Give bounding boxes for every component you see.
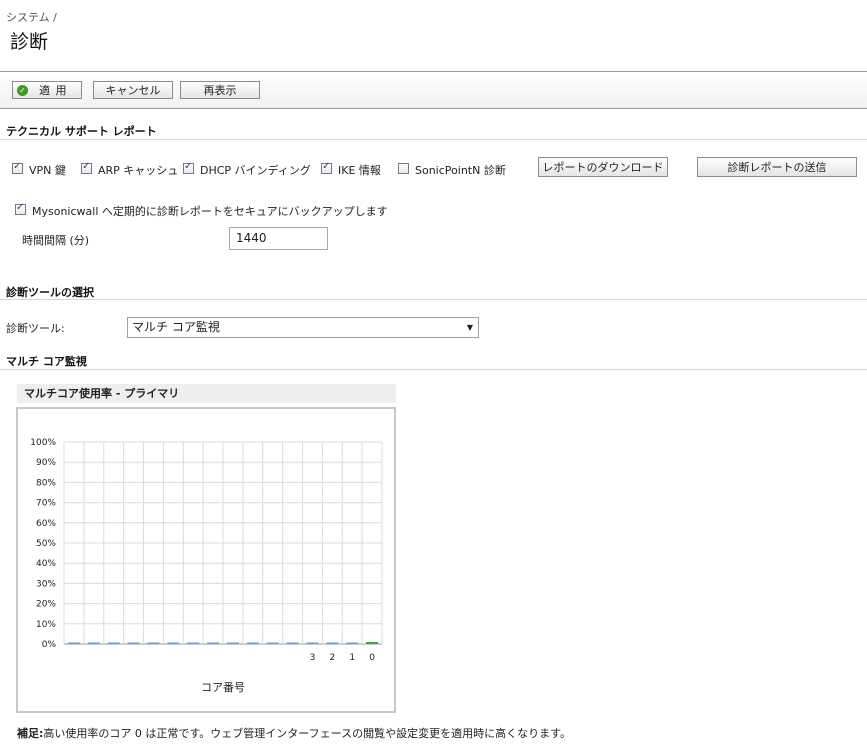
core-usage-bar — [127, 642, 140, 644]
ike-info-checkbox[interactable] — [321, 161, 332, 174]
multicore-section-title: マルチ コア監視 — [6, 355, 87, 368]
backup-label: Mysonicwall へ定期的に診断レポートをセキュアにバックアップします — [32, 205, 388, 218]
y-tick-label: 90% — [36, 458, 56, 468]
breadcrumb[interactable]: システム / — [6, 9, 57, 25]
core-usage-bar — [87, 642, 100, 644]
x-tick-label: 1 — [349, 653, 355, 663]
apply-button[interactable]: ✓ 適 用 — [12, 81, 82, 99]
x-tick-label: 0 — [369, 653, 375, 663]
y-tick-label: 40% — [36, 559, 56, 569]
diag-tool-label: 診断ツール: — [6, 322, 65, 335]
core-usage-bar — [346, 642, 359, 644]
section-divider — [0, 369, 867, 370]
download-report-button[interactable]: レポートのダウンロード — [538, 157, 668, 177]
cancel-button[interactable]: キャンセル — [93, 81, 173, 99]
interval-input[interactable]: 1440 — [229, 227, 328, 250]
dhcp-binding-label: DHCP バインディング — [200, 164, 311, 177]
x-tick-label: 2 — [329, 653, 335, 663]
toolbar: ✓ 適 用 キャンセル 再表示 — [0, 71, 867, 109]
core-usage-bar — [167, 642, 180, 644]
vpn-key-label: VPN 鍵 — [29, 164, 66, 177]
section-divider — [0, 299, 867, 300]
check-circle-icon: ✓ — [17, 85, 28, 96]
footer-note: 補足:高い使用率のコア 0 は正常です。ウェブ管理インターフェースの閲覧や設定変… — [17, 725, 571, 741]
core-usage-bar — [226, 642, 239, 644]
core-usage-bar — [67, 642, 80, 644]
arp-cache-checkbox[interactable] — [81, 161, 92, 174]
page-title: 診断 — [10, 31, 49, 53]
refresh-button[interactable]: 再表示 — [180, 81, 260, 99]
sonicpointn-diag-label: SonicPointN 診断 — [415, 164, 506, 177]
y-tick-label: 10% — [36, 620, 56, 630]
chart-header: マルチコア使用率 - プライマリ — [17, 384, 396, 403]
backup-checkbox[interactable] — [15, 202, 26, 215]
ike-info-label: IKE 情報 — [338, 164, 381, 177]
x-axis-label: コア番号 — [201, 681, 245, 694]
y-tick-label: 60% — [36, 519, 56, 529]
footer-note-text: 高い使用率のコア 0 は正常です。ウェブ管理インターフェースの閲覧や設定変更を適… — [43, 727, 571, 740]
send-report-button[interactable]: 診断レポートの送信 — [697, 157, 857, 177]
y-tick-label: 50% — [36, 539, 56, 549]
tech-support-section-title: テクニカル サポート レポート — [6, 125, 157, 138]
sonicpointn-diag-checkbox[interactable] — [398, 163, 409, 174]
y-tick-label: 0% — [42, 640, 57, 650]
core-usage-bar — [306, 642, 319, 644]
core-usage-bar — [246, 642, 259, 644]
arp-cache-label: ARP キャッシュ — [98, 164, 179, 177]
multicore-usage-chart: 100% 90% 80% 70% 60% 50% 40% 30% 20% 10% 0% 3 2 1 0 コア番… — [30, 438, 383, 694]
chevron-down-icon: ▼ — [466, 323, 473, 332]
diag-tool-selected-value: マルチ コア監視 — [132, 320, 220, 334]
core-usage-bar — [147, 642, 160, 644]
y-tick-label: 20% — [36, 600, 56, 610]
interval-label: 時間間隔 (分) — [22, 234, 90, 247]
y-tick-label: 80% — [36, 478, 56, 488]
core-usage-bar — [187, 642, 200, 644]
vpn-key-checkbox[interactable] — [12, 161, 23, 174]
footer-note-label: 補足: — [17, 727, 44, 740]
core-usage-bar — [207, 642, 220, 644]
core-usage-bar — [286, 642, 299, 644]
core-usage-bar — [266, 642, 279, 644]
section-divider — [0, 139, 867, 140]
diag-tool-select[interactable]: マルチ コア監視 ▼ — [127, 317, 479, 338]
tool-select-section-title: 診断ツールの選択 — [6, 286, 94, 299]
chart-frame: 100% 90% 80% 70% 60% 50% 40% 30% 20% 10% 0% 3 2 1 0 コア番… — [16, 407, 396, 713]
core-usage-bar — [107, 642, 120, 644]
dhcp-binding-checkbox[interactable] — [183, 161, 194, 174]
apply-button-label: 適 用 — [39, 84, 68, 97]
core-usage-bar — [366, 641, 379, 644]
y-tick-label: 30% — [36, 579, 56, 589]
y-tick-label: 100% — [30, 438, 56, 448]
y-tick-label: 70% — [36, 499, 56, 509]
x-tick-label: 3 — [310, 653, 316, 663]
core-usage-bar — [326, 642, 339, 644]
